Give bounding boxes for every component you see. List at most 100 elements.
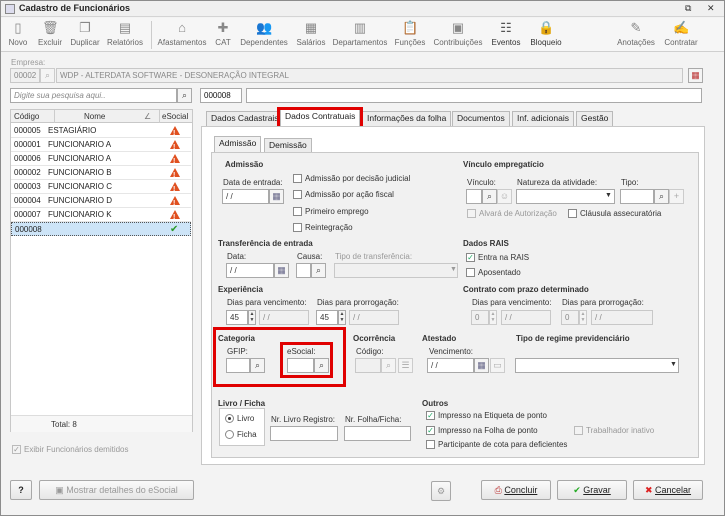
causa-field[interactable] <box>296 263 311 278</box>
prazo-prorr-spinner-icon[interactable]: ▲ ▼ <box>579 310 587 325</box>
tab-demissao[interactable]: Demissão <box>264 138 312 153</box>
table-row[interactable]: 000002 FUNCIONARIO B <box>11 166 191 182</box>
tipo-add-icon[interactable]: + <box>669 189 684 204</box>
ficha-radio[interactable] <box>225 430 234 439</box>
tab-inf-adicionais[interactable]: Inf. adicionais <box>512 111 574 126</box>
empresa-search-icon[interactable]: ⌕ <box>40 68 55 83</box>
search-icon[interactable]: ⌕ <box>177 88 192 103</box>
atestado-attach-icon[interactable]: ▭ <box>490 358 505 373</box>
excluir-button[interactable]: 🗑 Excluir <box>35 20 65 47</box>
eventos-button[interactable]: ☷ Eventos <box>489 20 523 47</box>
data-entrada-field[interactable]: / / <box>222 189 269 204</box>
cota-checkbox[interactable] <box>426 440 435 449</box>
calendar-icon[interactable]: ▦ <box>269 189 284 204</box>
extra-action-button[interactable]: ⚙ <box>431 481 451 501</box>
col-nome[interactable]: Nome <box>84 112 105 121</box>
contratar-button[interactable]: ✍ Contratar <box>661 20 701 47</box>
col-codigo[interactable]: Código <box>14 112 39 121</box>
employee-name-field[interactable] <box>246 88 702 103</box>
fiscal-checkbox[interactable] <box>293 190 302 199</box>
esocial-categoria-field[interactable] <box>287 358 314 373</box>
contribuicoes-button[interactable]: ▣ Contribuições <box>433 20 483 47</box>
exp-prorr-date[interactable]: / / <box>349 310 399 325</box>
gfip-search-icon[interactable]: ⌕ <box>250 358 265 373</box>
help-button[interactable]: ? <box>10 480 32 500</box>
calendar-icon[interactable]: ▦ <box>474 358 489 373</box>
folha-ponto-checkbox[interactable]: ✓ <box>426 426 435 435</box>
departamentos-button[interactable]: ▥ Departamentos <box>331 20 389 47</box>
causa-search-icon[interactable]: ⌕ <box>311 263 326 278</box>
aposentado-checkbox[interactable] <box>466 268 475 277</box>
tab-documentos[interactable]: Documentos <box>452 111 510 126</box>
tab-informacoes-folha[interactable]: Informações da folha <box>362 111 452 126</box>
restore-icon[interactable]: ⧉ <box>685 3 691 14</box>
exp-prorr-spinner-icon[interactable]: ▲ ▼ <box>338 310 346 325</box>
clausula-checkbox[interactable] <box>568 209 577 218</box>
bloqueio-button[interactable]: 🔒 Bloqueio <box>527 20 565 47</box>
livro-radio[interactable] <box>225 414 234 423</box>
gravar-button[interactable]: ✔ Gravar <box>557 480 627 500</box>
vinculo-field[interactable] <box>466 189 482 204</box>
regime-select[interactable] <box>515 358 679 373</box>
table-row[interactable]: 000005 ESTAGIÁRIO <box>11 124 191 140</box>
empresa-code-field[interactable]: 00002 <box>10 68 40 83</box>
exp-venc-spinner-icon[interactable]: ▲ ▼ <box>248 310 256 325</box>
table-row[interactable]: 000008 ✔ <box>11 222 191 236</box>
prazo-venc-spinner-icon[interactable]: ▲ ▼ <box>489 310 497 325</box>
exibir-demitidos-checkbox[interactable]: ✓ <box>12 445 21 454</box>
funcoes-button[interactable]: 📋 Funções <box>393 20 427 47</box>
entra-rais-checkbox[interactable]: ✓ <box>466 253 475 262</box>
prazo-prorr-days[interactable]: 0 <box>561 310 579 325</box>
duplicar-button[interactable]: ❐ Duplicar <box>69 20 101 47</box>
ocorrencia-list-icon[interactable]: ☰ <box>398 358 413 373</box>
prazo-prorr-date[interactable]: / / <box>591 310 653 325</box>
alvara-checkbox[interactable] <box>467 209 476 218</box>
nr-livro-field[interactable] <box>270 426 338 441</box>
judicial-checkbox[interactable] <box>293 174 302 183</box>
esocial-search-icon[interactable]: ⌕ <box>314 358 329 373</box>
nr-folha-field[interactable] <box>344 426 411 441</box>
salarios-button[interactable]: ▦ Salários <box>293 20 329 47</box>
calendar-icon[interactable]: ▦ <box>274 263 289 278</box>
transf-data-field[interactable]: / / <box>226 263 274 278</box>
table-row[interactable]: 000001 FUNCIONARIO A <box>11 138 191 154</box>
tipo-field[interactable] <box>620 189 654 204</box>
tipo-transferencia-select[interactable] <box>334 263 458 278</box>
anotacoes-button[interactable]: ✎ Anotações <box>615 20 657 47</box>
vinculo-person-icon[interactable]: ☺ <box>497 189 512 204</box>
search-input[interactable]: Digite sua pesquisa aqui.. <box>10 88 177 103</box>
table-row[interactable]: 000003 FUNCIONARIO C <box>11 180 191 196</box>
gfip-field[interactable] <box>226 358 250 373</box>
tab-dados-cadastrais[interactable]: Dados Cadastrais <box>206 111 284 126</box>
tipo-search-icon[interactable]: ⌕ <box>654 189 669 204</box>
atestado-venc-field[interactable]: / / <box>427 358 474 373</box>
table-row[interactable]: 000006 FUNCIONARIO A <box>11 152 191 168</box>
reintegracao-checkbox[interactable] <box>293 223 302 232</box>
exp-prorr-days[interactable]: 45 <box>316 310 338 325</box>
mostrar-esocial-button[interactable]: ▣ Mostrar detalhes do eSocial <box>39 480 194 500</box>
tab-admissao[interactable]: Admissão <box>214 136 262 153</box>
exp-venc-date[interactable]: / / <box>259 310 309 325</box>
close-icon[interactable]: ✕ <box>707 3 715 14</box>
concluir-button[interactable]: ⎙ Concluir <box>481 480 551 500</box>
natureza-select[interactable] <box>516 189 615 204</box>
novo-button[interactable]: ▯ Novo <box>5 20 31 47</box>
employee-code-field[interactable]: 000008 <box>200 88 242 103</box>
relatorios-button[interactable]: ▤ Relatórios <box>105 20 145 47</box>
cat-button[interactable]: ✚ CAT <box>211 20 235 47</box>
calendar-icon[interactable]: ▦ <box>688 68 703 83</box>
prazo-venc-date[interactable]: / / <box>501 310 551 325</box>
primeiro-emprego-checkbox[interactable] <box>293 207 302 216</box>
col-esocial[interactable]: eSocial <box>162 112 188 121</box>
table-row[interactable]: 000004 FUNCIONARIO D <box>11 194 191 210</box>
vinculo-search-icon[interactable]: ⌕ <box>482 189 497 204</box>
cancelar-button[interactable]: ✖ Cancelar <box>633 480 703 500</box>
etiqueta-ponto-checkbox[interactable]: ✓ <box>426 411 435 420</box>
afastamentos-button[interactable]: ⌂ Afastamentos <box>155 20 209 47</box>
dependentes-button[interactable]: 👥 Dependentes <box>237 20 291 47</box>
tab-gestao[interactable]: Gestão <box>576 111 614 126</box>
exp-venc-days[interactable]: 45 <box>226 310 248 325</box>
ocorrencia-codigo-field[interactable] <box>355 358 381 373</box>
table-row[interactable]: 000007 FUNCIONARIO K <box>11 208 191 224</box>
empresa-name-field[interactable]: WDP - ALTERDATA SOFTWARE - DESONERAÇÃO I… <box>56 68 683 83</box>
